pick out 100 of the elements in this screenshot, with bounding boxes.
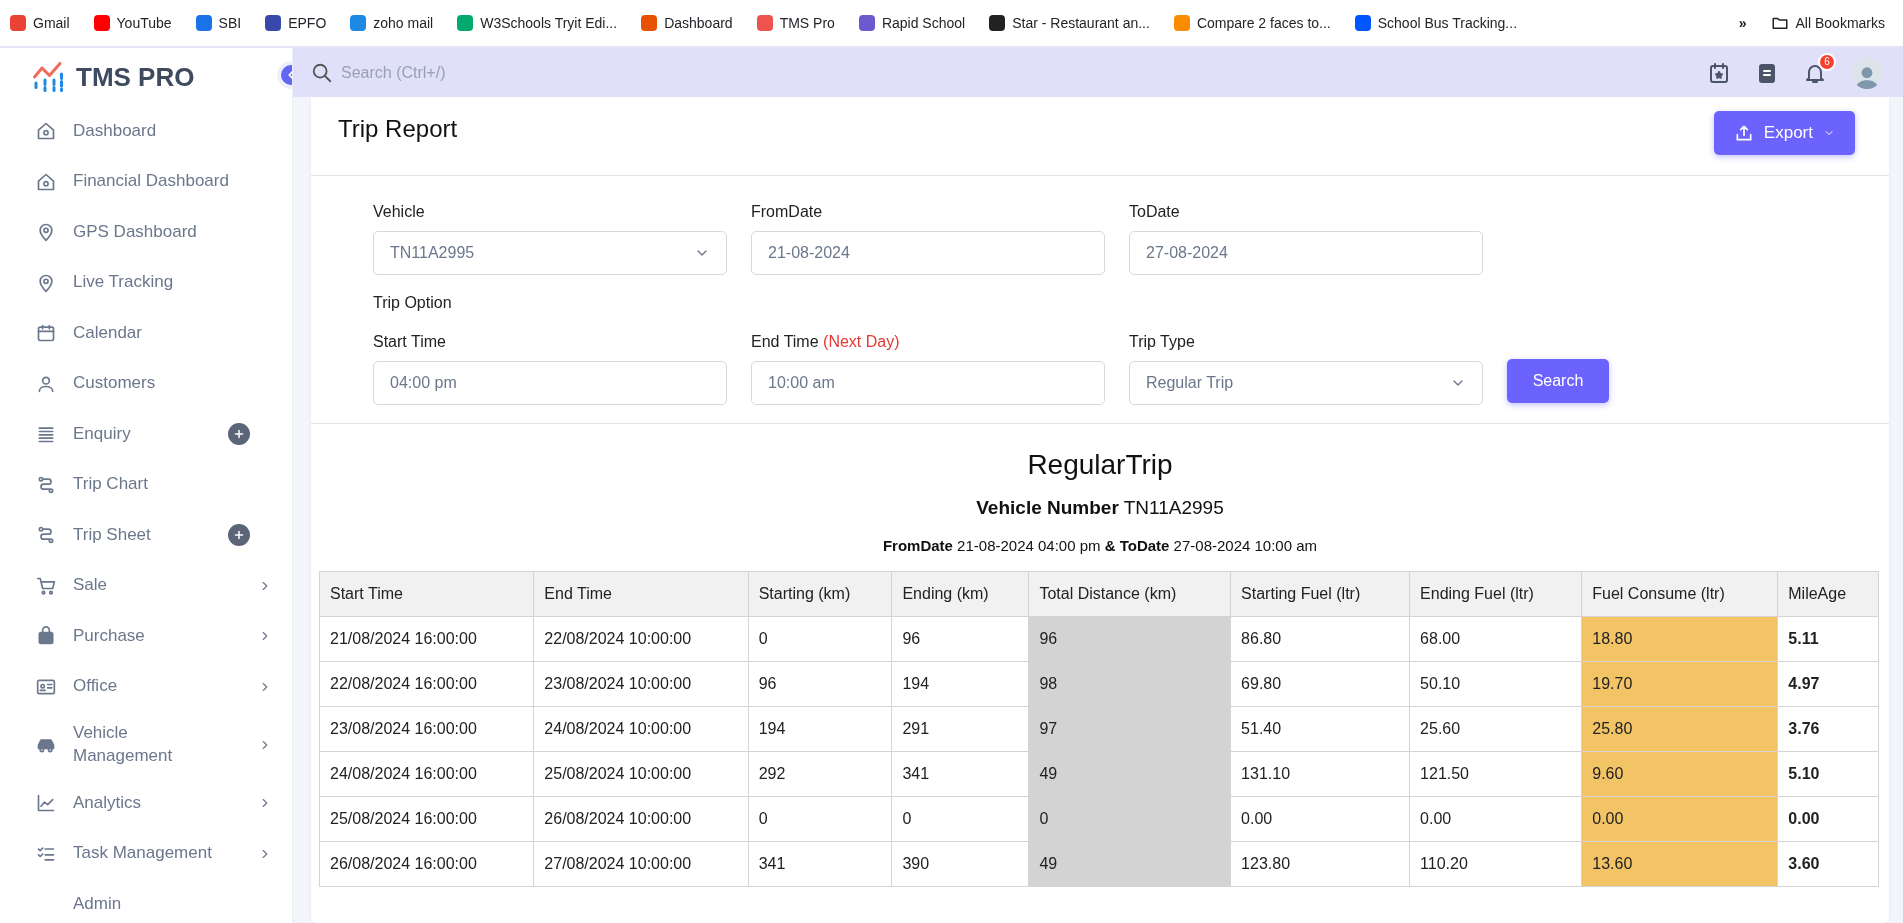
select-field[interactable]: TN11A2995	[373, 231, 727, 275]
table-cell: 98	[1028, 661, 1231, 707]
table-cell: 194	[891, 661, 1029, 707]
sidebar-item[interactable]: GPS Dashboard	[0, 207, 292, 258]
table-cell: 19.70	[1581, 661, 1778, 707]
table-cell: 9.60	[1581, 751, 1778, 797]
calendar-icon	[36, 323, 56, 344]
home-icon	[36, 171, 56, 192]
table-cell: 68.00	[1409, 616, 1582, 662]
home-icon	[36, 121, 56, 142]
more-bookmarks-button[interactable]: »	[1738, 12, 1747, 34]
table-cell: 22/08/2024 16:00:00	[319, 661, 534, 707]
bag-icon	[36, 626, 56, 647]
table-cell: 24/08/2024 16:00:00	[319, 751, 534, 797]
table-cell: 96	[748, 661, 892, 707]
table-cell: 194	[748, 706, 892, 752]
table-cell: 0	[1028, 796, 1231, 842]
input-field[interactable]: 21-08-2024	[751, 231, 1105, 275]
add-button[interactable]	[228, 423, 250, 446]
search-field[interactable]: Search (Ctrl+/)	[339, 59, 639, 86]
report-heading: RegularTrip	[1026, 448, 1174, 482]
field-label: Vehicle	[373, 203, 425, 220]
sidebar-item[interactable]: Customers	[0, 358, 292, 409]
table-cell: 291	[891, 706, 1029, 752]
input-field[interactable]: 27-08-2024	[1129, 231, 1483, 275]
bookmark-link[interactable]: W3Schools Tryit Edi...	[457, 12, 618, 34]
field-label: Start Time	[373, 333, 446, 350]
field-label: FromDate	[751, 203, 823, 220]
table-cell: 25.60	[1409, 706, 1582, 752]
bookmark-link[interactable]: EPFO	[265, 12, 327, 34]
table-cell: 96	[1028, 616, 1231, 662]
table-cell: 131.10	[1230, 751, 1410, 797]
sidebar-item[interactable]: Purchase	[0, 611, 292, 662]
table-cell: 18.80	[1581, 616, 1778, 662]
bookmark-link[interactable]: Star - Restaurant an...	[989, 12, 1150, 34]
search-icon	[311, 61, 333, 84]
search-button[interactable]: Search	[1507, 359, 1609, 403]
column-header: Total Distance (km)	[1028, 571, 1231, 617]
bookmark-link[interactable]: zoho mail	[350, 12, 434, 34]
table-cell: 96	[891, 616, 1029, 662]
table-cell: 69.80	[1230, 661, 1410, 707]
table-cell: 3.60	[1777, 841, 1879, 887]
table-cell: 110.20	[1409, 841, 1582, 887]
sidebar-item[interactable]: Vehicle Management	[0, 712, 292, 778]
sidebar-item[interactable]: Dashboard	[0, 106, 292, 157]
column-header: Starting Fuel (ltr)	[1230, 571, 1410, 617]
vehicle-number-text: Vehicle Number TN11A2995	[975, 496, 1225, 520]
table-cell: 341	[748, 841, 892, 887]
bookmark-link[interactable]: Dashboard	[641, 12, 733, 34]
table-cell: 4.97	[1777, 661, 1879, 707]
table-cell: 51.40	[1230, 706, 1410, 752]
table-cell: 97	[1028, 706, 1231, 752]
notification-badge: 6	[1818, 52, 1836, 71]
sidebar-item[interactable]: Office	[0, 661, 292, 712]
sidebar-item[interactable]: Live Tracking	[0, 257, 292, 308]
bookmark-link[interactable]: Rapid School	[858, 12, 966, 34]
sidebar-item[interactable]: Enquiry	[0, 409, 292, 460]
table-cell: 0.00	[1409, 796, 1582, 842]
sidebar-item[interactable]: Calendar	[0, 308, 292, 359]
bookmark-link[interactable]: SBI	[195, 12, 242, 34]
bookmark-link[interactable]: Gmail	[10, 12, 70, 34]
column-header: End Time	[533, 571, 749, 617]
table-cell: 5.11	[1777, 616, 1879, 662]
plus-icon	[233, 529, 245, 542]
table-cell: 86.80	[1230, 616, 1410, 662]
table-cell: 27/08/2024 10:00:00	[533, 841, 749, 887]
bookmark-link[interactable]: YouTube	[93, 12, 172, 34]
input-field[interactable]: 10:00 am	[751, 361, 1105, 405]
sidebar-item[interactable]: Analytics	[0, 778, 292, 829]
bookmark-icon	[457, 15, 474, 31]
sidebar-item[interactable]: Admin	[0, 879, 292, 923]
export-button[interactable]: Export	[1713, 111, 1855, 155]
all-bookmarks-link[interactable]: All Bookmarks	[1770, 12, 1885, 34]
bookmark-icon	[265, 15, 282, 31]
bookmark-icon	[350, 15, 367, 31]
line-chart-icon	[36, 793, 56, 814]
column-header: MileAge	[1777, 571, 1879, 617]
sidebar-item[interactable]: Financial Dashboard	[0, 156, 292, 207]
table-cell: 24/08/2024 10:00:00	[533, 706, 749, 752]
add-button[interactable]	[228, 524, 250, 547]
table-cell: 0.00	[1581, 796, 1778, 842]
bookmark-link[interactable]: School Bus Tracking...	[1354, 12, 1518, 34]
sidebar-item[interactable]: Trip Chart	[0, 459, 292, 510]
bookmark-link[interactable]: TMS Pro	[756, 12, 835, 34]
table-cell: 25.80	[1581, 706, 1778, 752]
table-cell: 25/08/2024 10:00:00	[533, 751, 749, 797]
column-header: Ending (km)	[891, 571, 1029, 617]
table-cell: 0.00	[1777, 796, 1879, 842]
bookmark-icon	[858, 15, 875, 31]
bookmark-link[interactable]: Compare 2 faces to...	[1173, 12, 1331, 34]
input-field[interactable]: 04:00 pm	[373, 361, 727, 405]
column-header: Starting (km)	[748, 571, 892, 617]
sidebar-item[interactable]: Sale	[0, 560, 292, 611]
section-label: Trip Option	[373, 293, 452, 313]
bookmark-icon	[10, 15, 26, 31]
select-field[interactable]: Regular Trip	[1129, 361, 1483, 405]
page-title: Trip Report	[338, 114, 458, 144]
sidebar-item[interactable]: Trip Sheet	[0, 510, 292, 561]
table-cell: 0.00	[1230, 796, 1410, 842]
sidebar-item[interactable]: Task Management	[0, 828, 292, 879]
